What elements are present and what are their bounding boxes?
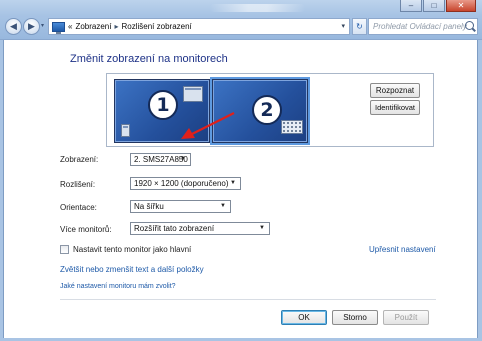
- address-dropdown-icon[interactable]: ▾: [341, 22, 345, 30]
- search-input[interactable]: Prohledat Ovládací panely: [368, 18, 478, 35]
- resolution-select[interactable]: 1920 × 1200 (doporučeno) ▼: [130, 177, 241, 190]
- multiple-displays-select-value: Rozšířit tato zobrazení: [134, 224, 215, 233]
- monitor-1-window-thumbnail: [183, 86, 203, 102]
- chevron-down-icon: ▼: [230, 180, 236, 186]
- caption-buttons: – □ ✕: [400, 0, 476, 12]
- red-arrow-annotation-icon: [181, 112, 235, 139]
- display-label: Zobrazení:: [60, 155, 99, 164]
- chevron-down-icon: ▼: [220, 203, 226, 209]
- forward-arrow-icon: ▶: [28, 21, 35, 31]
- maximize-button[interactable]: □: [423, 0, 445, 12]
- breadcrumb-rozliseni[interactable]: Rozlišení zobrazení: [122, 22, 192, 31]
- recent-pages-dropdown[interactable]: ▾: [41, 22, 44, 29]
- main-display-checkbox-row[interactable]: Nastavit tento monitor jako hlavní: [60, 245, 191, 254]
- main-display-checkbox-label[interactable]: Nastavit tento monitor jako hlavní: [73, 245, 191, 254]
- refresh-icon: ↻: [356, 22, 363, 31]
- resolution-select-value: 1920 × 1200 (doporučeno): [134, 179, 229, 188]
- apply-button[interactable]: Použít: [383, 310, 429, 325]
- monitor-1-sidebar-thumbnail: [121, 124, 130, 137]
- ok-button[interactable]: OK: [281, 310, 327, 325]
- cancel-button[interactable]: Storno: [332, 310, 378, 325]
- forward-button[interactable]: ▶: [23, 18, 40, 35]
- refresh-button[interactable]: ↻: [352, 18, 367, 35]
- back-arrow-icon: ◀: [10, 21, 17, 31]
- chevron-down-icon: ▼: [180, 156, 186, 162]
- main-display-checkbox[interactable]: [60, 245, 69, 254]
- arrow-shaft: [189, 112, 235, 136]
- advanced-settings-link[interactable]: Upřesnit nastavení: [369, 245, 436, 254]
- detect-button[interactable]: Rozpoznat: [370, 83, 420, 98]
- display-select[interactable]: 2. SMS27A850 ▼: [130, 153, 191, 166]
- monitor-2-number: 2: [252, 95, 282, 125]
- orientation-label: Orientace:: [60, 203, 97, 212]
- back-button[interactable]: ◀: [5, 18, 22, 35]
- orientation-select-value: Na šířku: [134, 202, 164, 211]
- chevron-down-icon: ▼: [259, 225, 265, 231]
- address-bar[interactable]: « Zobrazení ▸ Rozlišení zobrazení ▾: [48, 18, 350, 35]
- identify-button[interactable]: Identifikovat: [370, 100, 420, 115]
- orientation-select[interactable]: Na šířku ▼: [130, 200, 231, 213]
- which-settings-link[interactable]: Jaké nastavení monitoru mám zvolit?: [60, 283, 176, 290]
- window-border-left: [0, 40, 4, 341]
- address-prefix-chevron[interactable]: «: [68, 22, 72, 31]
- title-text-blurred: [210, 4, 305, 12]
- monitor-2-grid-thumbnail: [281, 120, 303, 134]
- separator-line: [60, 299, 436, 300]
- breadcrumb-separator-icon[interactable]: ▸: [114, 22, 118, 31]
- page-title: Změnit zobrazení na monitorech: [70, 53, 228, 65]
- close-button[interactable]: ✕: [446, 0, 476, 12]
- control-panel-icon: [52, 21, 65, 34]
- text-size-link[interactable]: Zvětšit nebo zmenšit text a další položk…: [60, 265, 204, 274]
- window-border-right: [477, 40, 482, 341]
- search-icon[interactable]: [465, 21, 474, 30]
- breadcrumb-zobrazeni[interactable]: Zobrazení: [75, 22, 111, 31]
- resolution-label: Rozlišení:: [60, 180, 96, 189]
- multiple-displays-select[interactable]: Rozšířit tato zobrazení ▼: [130, 222, 270, 235]
- search-placeholder: Prohledat Ovládací panely: [373, 22, 467, 31]
- minimize-button[interactable]: –: [400, 0, 422, 12]
- monitor-1-number: 1: [148, 90, 178, 120]
- multiple-displays-label: Více monitorů:: [60, 225, 112, 234]
